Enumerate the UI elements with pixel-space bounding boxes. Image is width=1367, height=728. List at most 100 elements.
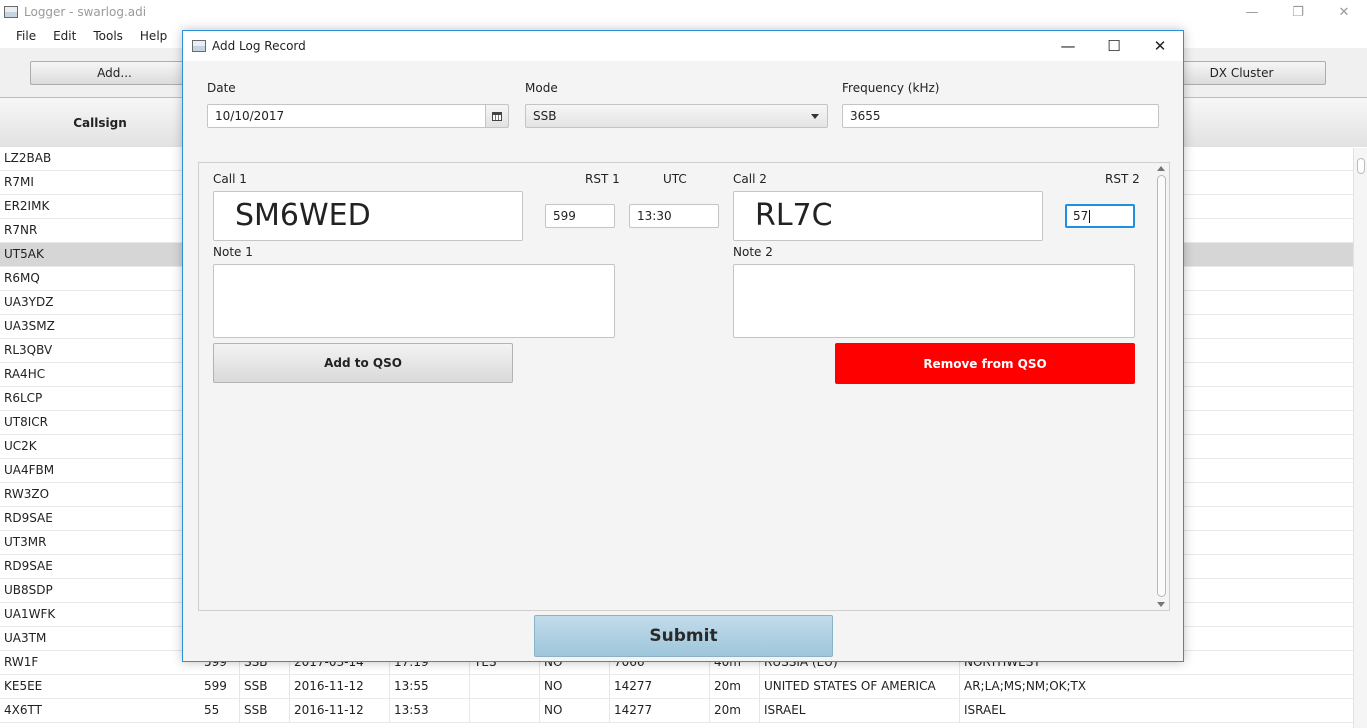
cell-callsign: ER2IMK	[4, 199, 50, 213]
table-row[interactable]: KE5EE 599 SSB 2016-11-12 13:55 NO 14277 20m UNIT…	[0, 675, 1367, 699]
minimize-icon[interactable]: —	[1229, 0, 1275, 24]
rst2-field[interactable]: 57	[1065, 204, 1135, 228]
cell-callsign: LZ2BAB	[4, 151, 52, 165]
cell-mode: SSB	[240, 675, 290, 698]
cell-callsign: RA4HC	[4, 367, 46, 381]
cell-rst: 599	[200, 675, 240, 698]
app-window-icon	[4, 6, 18, 18]
menu-tools[interactable]: Tools	[85, 29, 131, 43]
scrollbar-thumb[interactable]	[1157, 175, 1166, 597]
dialog-close-icon[interactable]: ✕	[1137, 31, 1183, 61]
cell-callsign: UT5AK	[4, 247, 44, 261]
cell-callsign: RW1F	[4, 655, 39, 669]
close-icon[interactable]: ✕	[1321, 0, 1367, 24]
cell-callsign: R6LCP	[4, 391, 43, 405]
cell-callsign: R7MI	[4, 175, 34, 189]
cell-callsign: UA3YDZ	[4, 295, 54, 309]
add-button[interactable]: Add...	[30, 61, 199, 85]
menu-help[interactable]: Help	[132, 29, 175, 43]
menu-file[interactable]: File	[8, 29, 44, 43]
scroll-up-icon[interactable]	[1157, 166, 1165, 171]
main-window-title: Logger - swarlog.adi	[24, 5, 147, 19]
cell-mode: SSB	[240, 699, 290, 722]
dialog-title: Add Log Record	[212, 39, 306, 53]
cell-callsign: R6MQ	[4, 271, 40, 285]
cell-callsign: 4X6TT	[4, 703, 42, 717]
add-to-qso-button[interactable]: Add to QSO	[213, 343, 513, 383]
cell-callsign: RL3QBV	[4, 343, 53, 357]
call1-field[interactable]: SM6WED	[213, 191, 523, 241]
cell-time: 13:53	[390, 699, 470, 722]
dialog-maximize-icon[interactable]: ☐	[1091, 31, 1137, 61]
frequency-label: Frequency (kHz)	[842, 81, 940, 95]
column-header-callsign[interactable]: Callsign	[0, 98, 200, 148]
rst2-value: 57	[1073, 209, 1089, 223]
log-table-scrollbar[interactable]	[1353, 148, 1367, 728]
table-row[interactable]: 4X6TT 55 SSB 2016-11-12 13:53 NO 14277 20m ISRAE…	[0, 699, 1367, 723]
cell-callsign: RD9SAE	[4, 511, 53, 525]
mode-select[interactable]: SSB	[525, 104, 828, 128]
cell-date: 2016-11-12	[290, 699, 390, 722]
cell-date: 2016-11-12	[290, 675, 390, 698]
scrollbar-thumb[interactable]	[1357, 158, 1365, 174]
note2-field[interactable]	[733, 264, 1135, 338]
cell-callsign: UA4FBM	[4, 463, 55, 477]
restore-icon[interactable]: ❐	[1275, 0, 1321, 24]
cell-flag2: NO	[540, 699, 610, 722]
call2-label: Call 2	[733, 172, 767, 186]
cell-callsign: UT8ICR	[4, 415, 49, 429]
menu-edit[interactable]: Edit	[45, 29, 84, 43]
cell-frequency: 14277	[610, 675, 710, 698]
cell-country: UNITED STATES OF AMERICA	[760, 675, 960, 698]
call1-label: Call 1	[213, 172, 247, 186]
main-titlebar: Logger - swarlog.adi — ❐ ✕	[0, 0, 1367, 24]
cell-callsign: UC2K	[4, 439, 37, 453]
scroll-down-icon[interactable]	[1157, 602, 1165, 607]
qso-panel: Call 1 SM6WED RST 1 599 UTC 13:30 Call 2…	[198, 162, 1170, 611]
frequency-field[interactable]: 3655	[842, 104, 1159, 128]
chevron-down-icon	[811, 114, 819, 119]
cell-flag1	[470, 675, 540, 698]
cell-callsign: UT3MR	[4, 535, 47, 549]
rst1-label: RST 1	[585, 172, 620, 186]
cell-region: AR;LA;MS;NM;OK;TX	[964, 679, 1087, 693]
utc-label: UTC	[663, 172, 687, 186]
main-window-controls: — ❐ ✕	[1229, 0, 1367, 24]
note2-label: Note 2	[733, 245, 773, 259]
cell-region: ISRAEL	[964, 703, 1006, 717]
dialog-window-controls: — ☐ ✕	[1045, 31, 1183, 61]
mode-label: Mode	[525, 81, 558, 95]
dialog-titlebar: Add Log Record — ☐ ✕	[183, 31, 1183, 61]
cell-time: 13:55	[390, 675, 470, 698]
cell-callsign: RW3ZO	[4, 487, 50, 501]
cell-callsign: UA1WFK	[4, 607, 56, 621]
remove-from-qso-button[interactable]: Remove from QSO	[835, 343, 1135, 384]
cell-rst: 55	[200, 699, 240, 722]
cell-callsign: UA3TM	[4, 631, 47, 645]
note1-label: Note 1	[213, 245, 253, 259]
text-caret	[1089, 210, 1091, 223]
cell-frequency: 14277	[610, 699, 710, 722]
dialog-window-icon	[192, 40, 206, 52]
date-picker-button[interactable]	[485, 104, 509, 128]
rst2-label: RST 2	[1105, 172, 1140, 186]
cell-callsign: UB8SDP	[4, 583, 53, 597]
cell-callsign: UA3SMZ	[4, 319, 55, 333]
cell-flag2: NO	[540, 675, 610, 698]
mode-select-value: SSB	[533, 109, 557, 123]
rst1-field[interactable]: 599	[545, 204, 615, 228]
cell-flag1	[470, 699, 540, 722]
calendar-icon	[492, 111, 502, 121]
cell-callsign: KE5EE	[4, 679, 43, 693]
qso-panel-scrollbar[interactable]	[1154, 163, 1168, 610]
date-field[interactable]: 10/10/2017	[207, 104, 487, 128]
utc-field[interactable]: 13:30	[629, 204, 719, 228]
dialog-minimize-icon[interactable]: —	[1045, 31, 1091, 61]
call2-field[interactable]: RL7C	[733, 191, 1043, 241]
note1-field[interactable]	[213, 264, 615, 338]
cell-band: 20m	[710, 675, 760, 698]
date-label: Date	[207, 81, 236, 95]
cell-callsign: RD9SAE	[4, 559, 53, 573]
add-log-record-dialog: Add Log Record — ☐ ✕ Date 10/10/2017 Mod…	[182, 30, 1184, 662]
submit-button[interactable]: Submit	[534, 615, 833, 657]
